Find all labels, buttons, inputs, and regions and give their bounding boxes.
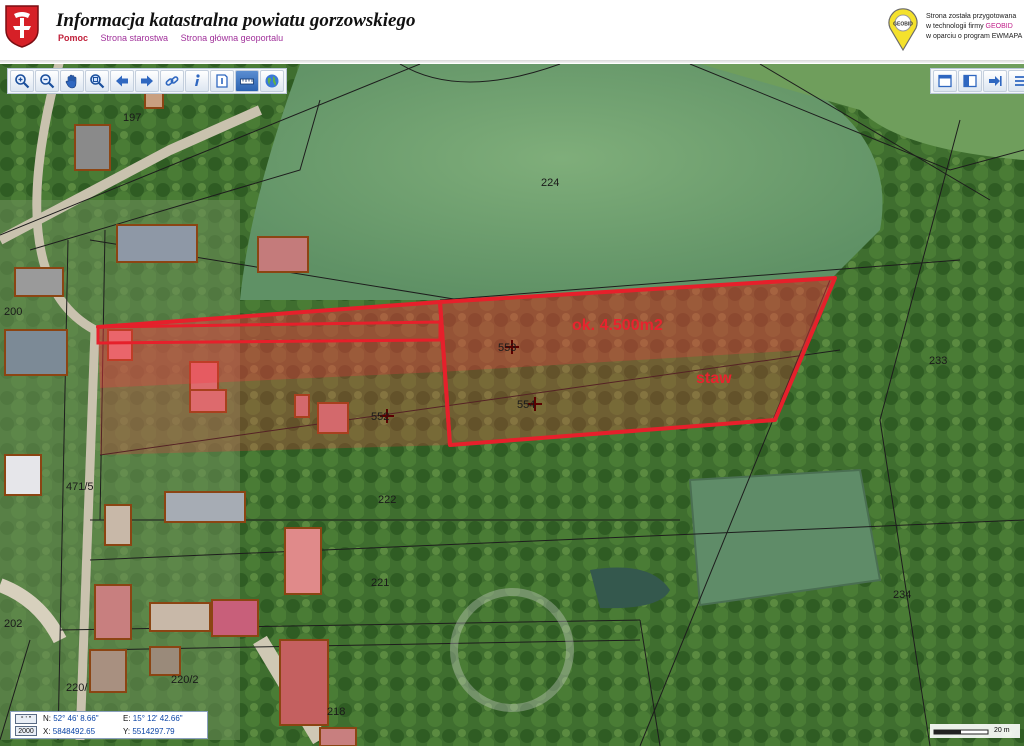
parcel-label: 471/5 [66,481,94,493]
map-toolbar [7,68,287,94]
scale-bar: 20 m [930,724,1020,738]
forward-button[interactable] [135,70,159,92]
window-button[interactable] [933,70,957,92]
n-label: N: [43,714,51,723]
note-line2: w technologii firmy [926,23,986,30]
zoom-extent-icon [90,74,105,89]
parcel-label: 197 [123,112,142,124]
back-button[interactable] [110,70,134,92]
area-annotation: ok. 4.500m2 [572,317,663,334]
zoom-out-button[interactable] [35,70,59,92]
split-panel-icon [963,74,977,88]
coordinates-readout: ° ' " 2000 N: 52° 46' 8.66" E: 15° 12' 4… [10,711,208,739]
globe-icon [265,74,279,88]
measure-icon [240,78,254,85]
geobid-note: Strona została przygotowana w technologi… [926,12,1022,42]
scale-label: 20 m [994,727,1010,734]
identify-button[interactable] [210,70,234,92]
nav-link-county-site[interactable]: Strona starostwa [101,33,169,43]
parcel-label: 202 [4,618,23,630]
y-label: Y: [123,727,131,736]
crs-badge[interactable]: 2000 [15,726,37,736]
note-brand: GEOBID [985,23,1013,30]
globe-button[interactable] [260,70,284,92]
note-line3: w oparciu o program EWMAPA [926,33,1023,40]
zoom-in-button[interactable] [10,70,34,92]
list-button[interactable] [1008,70,1024,92]
identify-icon [216,74,228,88]
orthophoto-map[interactable] [0,64,1024,746]
dms-toggle[interactable]: ° ' " [15,714,37,724]
parcel-label: 234 [893,589,912,601]
note-line1: Strona została przygotowana [926,13,1017,20]
map-toolbar-right [930,68,1024,94]
parcel-label: 233 [929,355,948,367]
geobid-logo-icon: GEOBID [888,8,918,52]
page-title: Informacja katastralna powiatu gorzowski… [56,10,416,31]
hand-pan-icon [65,74,77,89]
pond-234 [688,468,882,607]
export-icon [989,76,1002,86]
page-header: Informacja katastralna powiatu gorzowski… [0,0,1024,60]
zoom-in-icon [15,74,30,89]
parcel-label: 553 [498,342,517,354]
parcel-label: 224 [541,177,560,189]
pan-button[interactable] [60,70,84,92]
arrow-left-icon [116,75,128,87]
parcel-label: 220/2 [171,674,199,686]
top-nav: Pomoc Strona starostwa Strona główna geo… [58,33,293,43]
y-value: 5514297.79 [132,727,175,736]
arrow-right-icon [141,75,153,87]
x-value: 5848492.65 [52,727,96,736]
export-button[interactable] [983,70,1007,92]
parcel-label: 222 [378,494,397,506]
header-divider [0,60,1024,63]
parcel-label: 554 [517,399,536,411]
parcel-label: 218 [327,706,346,718]
zoom-extent-button[interactable] [85,70,109,92]
info-button[interactable] [185,70,209,92]
x-label: X: [43,727,51,736]
parcel-label: 221 [371,577,390,589]
parcel-label: 200 [4,306,23,318]
window-icon [938,74,952,88]
e-label: E: [123,714,131,723]
parcel-label: 552 [371,411,390,423]
n-value: 52° 46' 8.66" [53,714,99,723]
link-button[interactable] [160,70,184,92]
field-area [240,64,883,300]
zoom-out-icon [40,74,55,89]
parcel-label: 220/ [66,682,88,694]
pond-annotation: staw [696,370,732,387]
nav-link-help[interactable]: Pomoc [58,33,88,43]
nav-link-geoportal-home[interactable]: Strona główna geoportalu [181,33,284,43]
measure-button[interactable] [235,70,259,92]
map-view[interactable]: 197 224 200 233 553 554 552 471/5 222 22… [0,64,1024,746]
e-value: 15° 12' 42.66" [132,714,183,723]
coat-of-arms-icon [5,5,39,48]
info-icon [195,74,200,86]
scale-bar-graphic [933,729,989,735]
list-icon [1015,76,1024,86]
split-panel-button[interactable] [958,70,982,92]
link-icon [165,76,179,86]
logo-text: GEOBID [893,22,913,28]
